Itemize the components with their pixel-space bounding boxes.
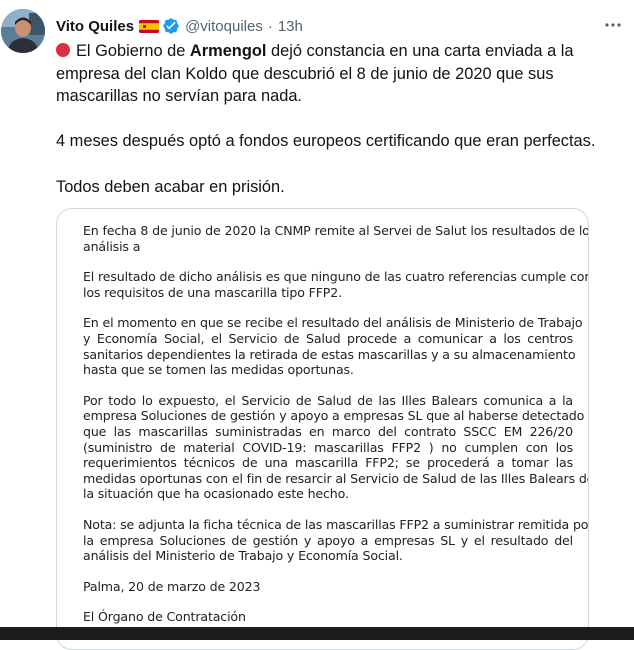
doc-line: hasta que se tomen las medidas oportunas… [83,362,354,378]
document-text: En fecha 8 de junio de 2020 la CNMP remi… [83,217,589,625]
doc-line: la empresa Soluciones de gestión y apoyo… [83,532,573,548]
doc-line: El resultado de dicho análisis es que ni… [83,269,589,285]
doc-line: requerimientos técnicos de una mascarill… [83,455,573,471]
verified-badge-icon [162,17,180,35]
doc-line: y Economía Social, el Servicio de Salud … [83,330,573,346]
doc-line: En fecha 8 de junio de 2020 la CNMP remi… [83,223,589,238]
doc-line: En el momento en que se recibe el result… [83,315,583,331]
doc-line: medidas oportunas con el fin de resarcir… [83,470,589,486]
bottom-overlay-bar [0,627,634,640]
author-handle[interactable]: @vitoquiles [185,18,263,35]
doc-line: sanitarios dependientes la retirada de e… [83,346,576,362]
doc-line: Nota: se adjunta la ficha técnica de las… [83,516,589,532]
doc-line: los requisitos de una mascarilla tipo FF… [83,284,342,300]
doc-line: empresa Soluciones de gestión y apoyo a … [83,408,585,424]
highlighted-name: Armengol [189,42,267,60]
avatar-image [1,9,45,53]
tweet-timestamp[interactable]: 13h [278,18,303,35]
doc-line: Por todo lo expuesto, el Servicio de Sal… [83,392,573,408]
doc-line: análisis del Ministerio de Trabajo y Eco… [83,548,403,564]
tweet-header: Vito Quiles @vitoquiles · 13h [56,14,303,38]
red-circle-icon [56,43,70,57]
tweet-paragraph-1: El Gobierno de Armengol dejó constancia … [56,42,574,105]
author-name[interactable]: Vito Quiles [56,18,134,35]
tweet-paragraph-3: Todos deben acabar en prisión. [56,177,285,196]
doc-line: análisis a [83,238,141,254]
attached-document-image[interactable]: En fecha 8 de junio de 2020 la CNMP remi… [56,208,589,650]
spain-flag-icon [139,19,160,33]
doc-date: Palma, 20 de marzo de 2023 [83,578,261,594]
more-options-icon[interactable] [602,14,624,36]
doc-signature-line: El Órgano de Contratación [83,609,246,625]
tweet: Vito Quiles @vitoquiles · 13h El Gobiern… [0,0,634,650]
tweet-paragraph-2: 4 meses después optó a fondos europeos c… [56,132,596,150]
avatar[interactable] [1,9,45,53]
time-separator: · [267,17,273,35]
doc-line: que las mascarillas suministradas en mar… [83,423,573,439]
doc-line: la situación que ha ocasionado este hech… [83,486,349,502]
doc-line: (suministro de material COVID-19: mascar… [83,439,573,455]
tweet-text: El Gobierno de Armengol dejó constancia … [56,40,626,198]
